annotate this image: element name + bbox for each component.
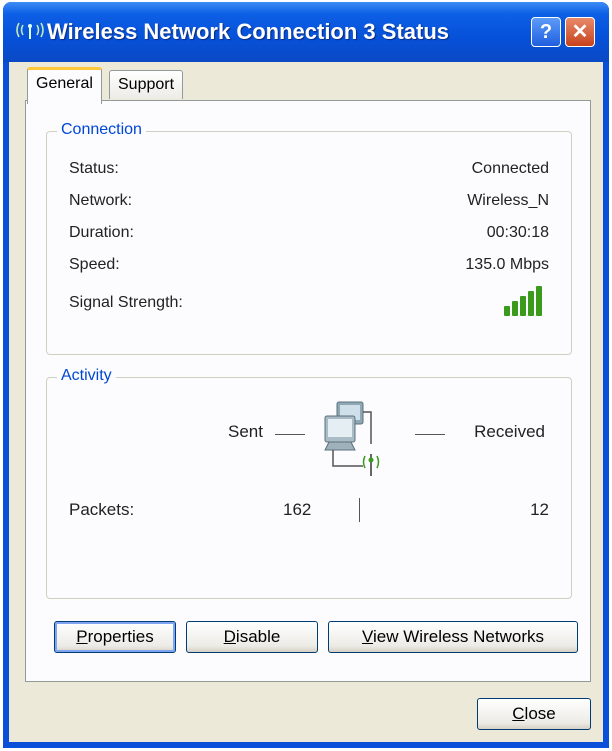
packets-divider	[359, 498, 360, 522]
wireless-icon	[13, 19, 47, 41]
window-title: Wireless Network Connection 3 Status	[47, 19, 450, 44]
received-dash	[415, 434, 445, 435]
network-row: Network: Wireless_N	[69, 192, 549, 214]
speed-label: Speed:	[69, 256, 120, 273]
view-wireless-accel: V	[361, 627, 374, 646]
speed-value: 135.0 Mbps	[465, 256, 549, 273]
signal-bar	[528, 291, 534, 316]
general-tab-panel: Connection Status: Connected Network: Wi…	[25, 100, 591, 682]
tab-general[interactable]: General	[27, 67, 102, 104]
dialog-client: General Support Connection Status: Conne…	[9, 62, 603, 742]
disable-accel: D	[223, 627, 236, 646]
properties-accel: P	[76, 627, 88, 646]
status-label: Status:	[69, 160, 119, 177]
packets-label: Packets:	[69, 500, 135, 519]
activity-group: Activity Sent Received Packets: 162 12	[46, 367, 572, 599]
packets-received-value: 12	[530, 500, 549, 519]
status-row: Status: Connected	[69, 160, 549, 182]
signal-bar	[520, 296, 526, 316]
tab-support[interactable]: Support	[109, 70, 184, 99]
close-window-button[interactable]: ✕	[565, 17, 595, 47]
duration-row: Duration: 00:30:18	[69, 224, 549, 246]
close-accel: C	[512, 704, 525, 723]
disable-button[interactable]: Disable	[186, 621, 318, 653]
received-label: Received	[474, 422, 545, 441]
titlebar[interactable]: Wireless Network Connection 3 Status ? ✕	[3, 2, 609, 62]
network-label: Network:	[69, 192, 133, 209]
speed-row: Speed: 135.0 Mbps	[69, 256, 549, 278]
help-button[interactable]: ?	[531, 17, 561, 47]
signal-bar	[504, 306, 510, 316]
duration-value: 00:30:18	[486, 224, 549, 241]
connection-group: Connection Status: Connected Network: Wi…	[46, 121, 572, 355]
network-value: Wireless_N	[467, 192, 549, 209]
signal-strength-label: Signal Strength:	[69, 294, 183, 311]
packets-sent-value: 162	[283, 500, 312, 519]
signal-strength-icon	[501, 286, 547, 316]
signal-strength-row: Signal Strength:	[69, 286, 549, 316]
connection-group-label: Connection	[57, 121, 146, 139]
sent-dash	[275, 434, 305, 435]
dialog-window: Wireless Network Connection 3 Status ? ✕…	[3, 2, 609, 748]
duration-label: Duration:	[69, 224, 134, 241]
sent-label: Sent	[228, 422, 263, 441]
properties-button[interactable]: Properties	[54, 621, 176, 653]
network-computers-icon	[323, 400, 387, 478]
status-value: Connected	[471, 160, 549, 177]
signal-bar	[512, 301, 518, 316]
signal-bar	[536, 286, 542, 316]
close-button[interactable]: Close	[477, 698, 591, 730]
activity-group-label: Activity	[57, 367, 116, 385]
view-wireless-networks-button[interactable]: View Wireless Networks	[328, 621, 578, 653]
